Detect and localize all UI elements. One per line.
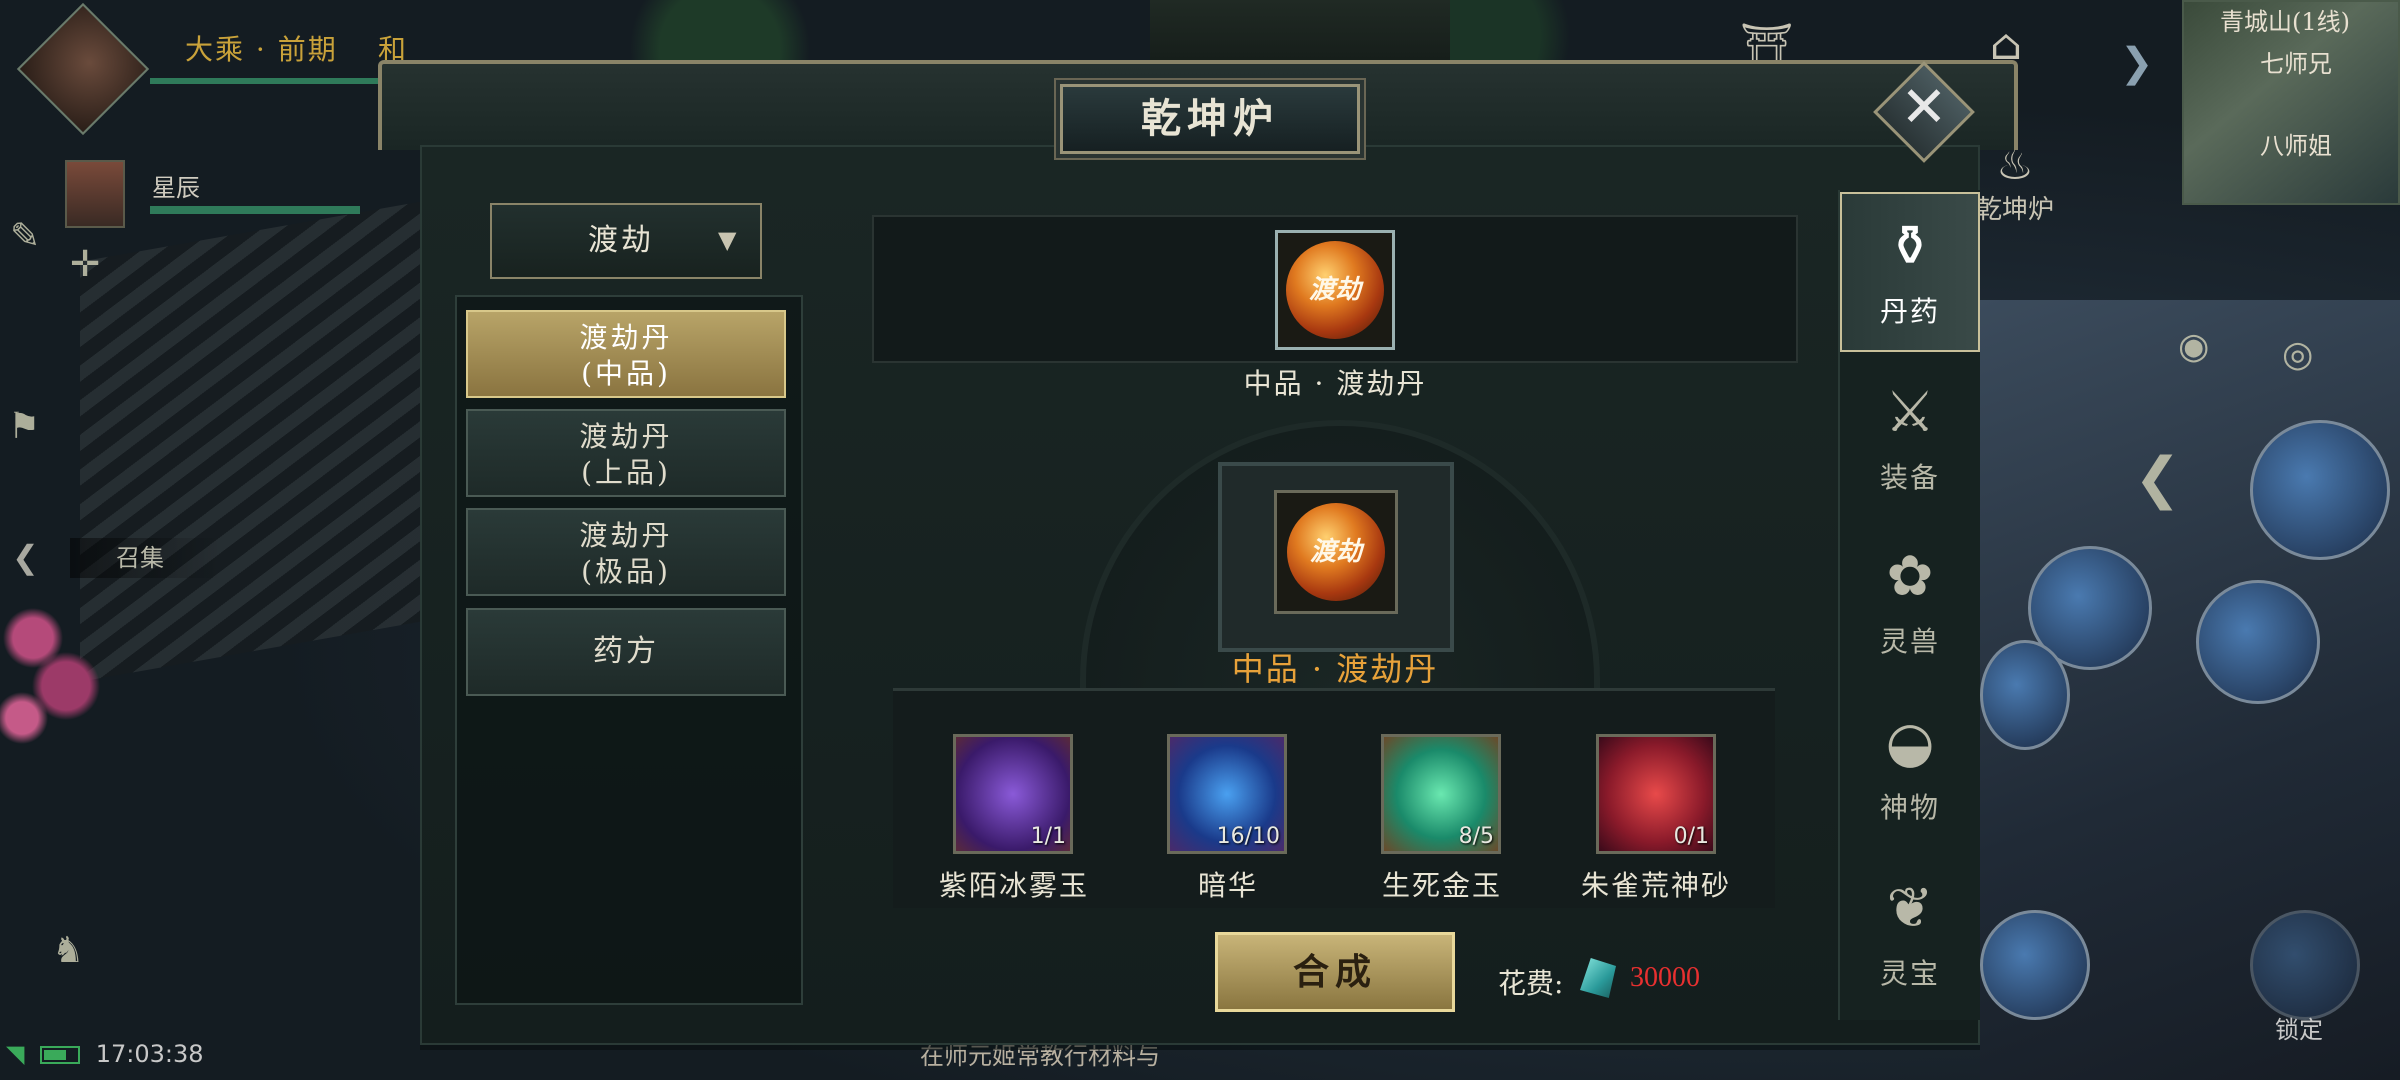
recipe-item-grade: (极品) — [581, 555, 671, 588]
minimap-title: 青城山(1线) — [2220, 8, 2350, 36]
minimap-npc-2: 八师姐 — [2260, 132, 2332, 160]
material-slot[interactable]: 1/1 — [953, 734, 1073, 854]
material-name: 暗华 — [1197, 869, 1258, 902]
material-count: 1/1 — [1030, 824, 1066, 849]
clock: 17:03:38 — [95, 1040, 204, 1068]
horse-icon[interactable]: ♞ — [52, 930, 84, 971]
close-icon[interactable]: ✕ — [1888, 72, 1960, 144]
material-slot[interactable]: 0/1 — [1596, 734, 1716, 854]
craft-button[interactable]: 合成 — [1215, 932, 1455, 1012]
tab-label: 装备 — [1879, 461, 1940, 494]
tab-spirit-treasure[interactable]: ❦ 灵宝 — [1840, 856, 1980, 1016]
recipe-item-formula[interactable]: 药方 — [466, 608, 786, 696]
recipe-item-mid[interactable]: 渡劫丹 (中品) — [466, 310, 786, 398]
tab-pills[interactable]: ⚱ 丹药 — [1840, 192, 1980, 352]
wifi-icon: ◥ — [6, 1040, 25, 1068]
party-member-name: 星辰 — [152, 174, 200, 202]
skill-button-3[interactable] — [1980, 640, 2070, 750]
skill-button-4[interactable] — [1980, 910, 2090, 1020]
spear-icon: ⚔ — [1884, 380, 1936, 445]
bag-icon[interactable]: ◉ — [2178, 326, 2209, 367]
lock-target-button[interactable] — [2250, 910, 2360, 1020]
summon-button[interactable]: 召集 — [70, 538, 220, 578]
material-name: 朱雀荒神砂 — [1580, 869, 1731, 902]
collapse-left-icon[interactable]: ❮ — [2134, 446, 2181, 511]
recipe-item-title: 渡劫丹 — [579, 321, 673, 354]
recipe-item-top[interactable]: 渡劫丹 (极品) — [466, 508, 786, 596]
party-member-avatar[interactable] — [65, 160, 125, 228]
chevron-left-icon[interactable]: ❮ — [12, 538, 39, 576]
cauldron-button[interactable]: ♨ 乾坤炉 — [1976, 140, 2054, 226]
material-slot[interactable]: 8/5 — [1381, 734, 1501, 854]
tab-label: 神物 — [1879, 791, 1940, 824]
pill-icon: 渡劫 — [1287, 503, 1385, 601]
cost-label: 花费: — [1498, 967, 1564, 1000]
material-count: 8/5 — [1458, 824, 1494, 849]
material-count: 16/10 — [1216, 824, 1280, 849]
fan-icon: ◒ — [1885, 710, 1935, 775]
recipe-item-title: 渡劫丹 — [579, 420, 673, 453]
torch-icon[interactable]: ✎ — [10, 216, 40, 257]
triangle-down-icon[interactable]: ▼ — [718, 226, 736, 254]
result-slot[interactable]: 渡劫 — [1275, 230, 1395, 350]
chevron-right-icon[interactable]: ❯ — [2120, 40, 2154, 86]
cauldron-label: 乾坤炉 — [1976, 195, 2055, 225]
status-bar: ◥ 17:03:38 — [6, 1040, 204, 1068]
tab-label: 灵兽 — [1879, 625, 1940, 658]
target-slot[interactable]: 渡劫 — [1274, 490, 1398, 614]
scroll-icon: ❦ — [1886, 876, 1934, 941]
target-name: 中品 · 渡劫丹 — [1231, 650, 1439, 688]
material-name: 生死金玉 — [1381, 869, 1502, 902]
party-member-hp-bar — [150, 206, 360, 214]
tab-equipment[interactable]: ⚔ 装备 — [1840, 360, 1980, 520]
cost-value: 30000 — [1630, 962, 1700, 993]
pill-icon: 渡劫 — [1286, 241, 1384, 339]
recipe-item-title: 渡劫丹 — [579, 519, 673, 552]
recipe-item-title: 药方 — [593, 634, 659, 669]
skill-button-2[interactable] — [2196, 580, 2320, 704]
battery-icon — [40, 1046, 81, 1064]
target-icon[interactable]: ◎ — [2282, 334, 2313, 375]
tab-label: 丹药 — [1879, 295, 1940, 328]
player-hp-bar — [150, 78, 400, 84]
tab-spirit-beast[interactable]: ✿ 灵兽 — [1840, 524, 1980, 684]
crosshair-icon[interactable]: ✛ — [70, 244, 100, 285]
tab-divine-item[interactable]: ◒ 神物 — [1840, 690, 1980, 850]
paw-icon: ✿ — [1886, 544, 1934, 609]
recipe-item-grade: (上品) — [581, 456, 671, 489]
player-realm: 大乘 · 前期 — [185, 33, 338, 66]
dialog-title: 乾坤炉 — [1060, 84, 1360, 154]
banner-icon[interactable]: ⚑ — [8, 406, 40, 447]
material-count: 0/1 — [1673, 824, 1709, 849]
result-name: 中品 · 渡劫丹 — [1243, 367, 1427, 400]
lock-label: 锁定 — [2275, 1016, 2323, 1044]
recipe-item-grade: (中品) — [581, 357, 671, 390]
minimap-npc: 七师兄 — [2260, 50, 2332, 78]
recipe-item-high[interactable]: 渡劫丹 (上品) — [466, 409, 786, 497]
material-name: 紫陌冰雾玉 — [938, 869, 1089, 902]
material-slot[interactable]: 16/10 — [1167, 734, 1287, 854]
mortar-icon: ⚱ — [1886, 214, 1934, 279]
background-stairs — [80, 198, 440, 682]
background-flowers — [0, 590, 110, 750]
skill-button-main[interactable] — [2250, 420, 2390, 560]
tab-label: 灵宝 — [1879, 957, 1940, 990]
